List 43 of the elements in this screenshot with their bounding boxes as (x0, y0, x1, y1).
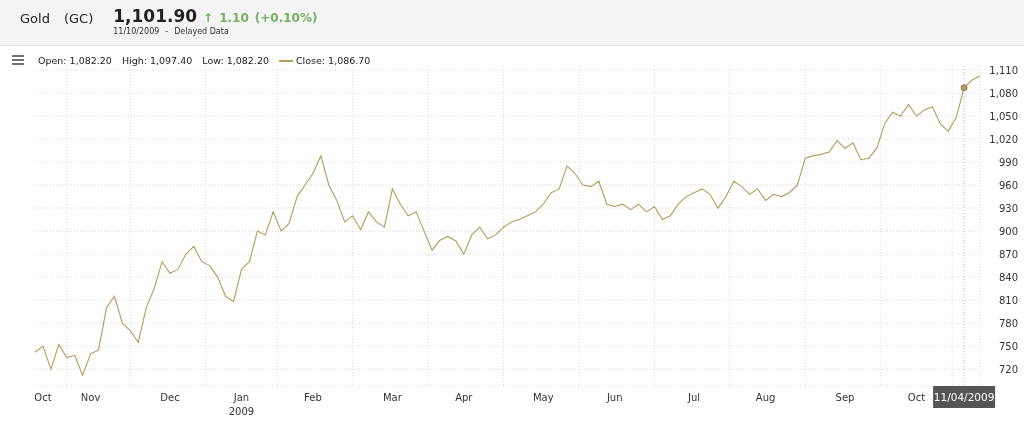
x-axis-label: Oct (34, 392, 52, 403)
close-value: Close: 1,086.70 (296, 55, 371, 66)
x-axis-label: May (532, 392, 554, 403)
y-axis-label: 1,080 (989, 88, 1018, 99)
commodity-name: Gold (20, 11, 50, 26)
x-axis-label: Feb (304, 392, 322, 403)
x-axis-label: Jan 2009 (228, 392, 255, 417)
x-axis-label: Jul (688, 392, 701, 403)
hover-marker (960, 84, 968, 92)
y-axis-label: 900 (998, 226, 1018, 238)
y-axis-label: 870 (998, 249, 1018, 261)
high-value: High: 1,097.40 (121, 55, 193, 66)
percent-change: (+0.10%) (254, 11, 318, 25)
y-axis-label: 720 (998, 364, 1018, 376)
x-axis-label: Jun (606, 392, 623, 403)
separator: - (165, 27, 169, 36)
y-axis-label: 840 (998, 272, 1018, 284)
y-axis-label: 780 (998, 318, 1018, 330)
quote-date: 11/10/2009 (113, 27, 160, 36)
price: 1,101.90 (113, 6, 198, 26)
y-axis-label: 1,110 (989, 66, 1018, 76)
y-axis-label: 810 (998, 295, 1018, 307)
y-axis-label: 750 (998, 341, 1018, 353)
x-axis-label: Apr (455, 392, 473, 403)
y-axis-label: 960 (998, 180, 1018, 192)
x-axis-label: Mar (382, 392, 402, 403)
x-axis-label: Nov (80, 392, 101, 403)
price-change: 1.10 (219, 11, 249, 25)
ticker-symbol: (GC) (63, 11, 94, 26)
low-value: Low: 1,082.20 (202, 55, 269, 66)
date-tooltip: 11/04/2009 (933, 386, 996, 408)
y-axis-label: 1,020 (989, 134, 1018, 146)
change-arrow: ↑ (203, 11, 214, 25)
x-axis-label: Aug (755, 392, 776, 403)
open-value: Open: 1,082.20 (38, 55, 112, 66)
y-axis-label: 930 (998, 203, 1018, 215)
x-axis-label: Oct (907, 392, 926, 403)
y-axis-label: 990 (998, 157, 1018, 169)
menu-icon[interactable] (12, 55, 24, 65)
x-axis-label: Dec (160, 392, 180, 403)
data-note: Delayed Data (174, 27, 229, 36)
x-axis-label: Sep (835, 392, 855, 403)
y-axis-label: 1,050 (989, 111, 1018, 122)
